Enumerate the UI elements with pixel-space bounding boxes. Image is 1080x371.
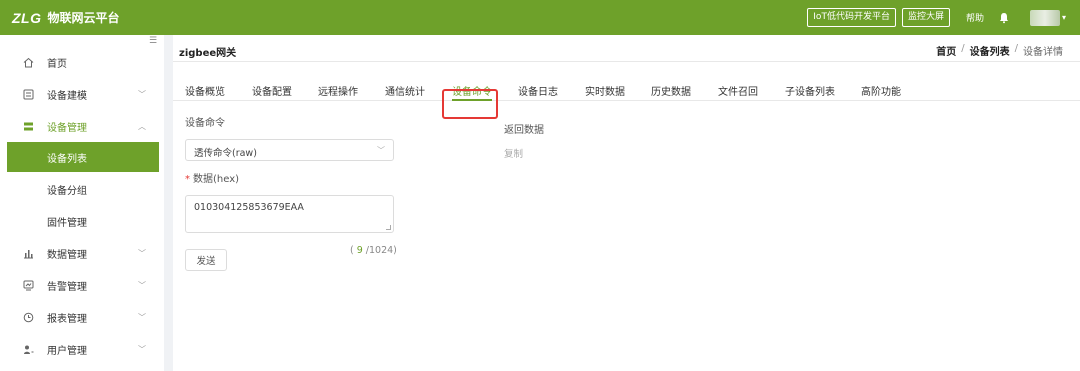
send-button[interactable]: 发送	[185, 249, 227, 271]
highlight-annotation	[442, 89, 498, 119]
sidebar-item-firmware[interactable]: 固件管理	[0, 206, 164, 236]
breadcrumb-device-list[interactable]: 设备列表	[970, 43, 1010, 58]
data-hex-label-text: 数据(hex)	[193, 174, 240, 185]
data-hex-value: 010304125853679EAA	[194, 202, 304, 213]
sidebar-item-device-group[interactable]: 设备分组	[0, 174, 164, 204]
tab-history[interactable]: 历史数据	[651, 83, 691, 98]
tab-realtime[interactable]: 实时数据	[585, 83, 625, 98]
help-link[interactable]: 帮助	[966, 11, 984, 24]
sidebar-item-label: 首页	[47, 58, 67, 70]
sidebar-item-device-list[interactable]: 设备列表	[7, 142, 159, 172]
tab-bar: 设备概览 设备配置 远程操作 通信统计 设备命令 设备日志 实时数据 历史数据 …	[173, 79, 1080, 101]
response-label: 返回数据	[504, 125, 544, 136]
home-icon	[22, 56, 34, 68]
command-select-value: 透传命令(raw)	[194, 148, 257, 159]
collapse-menu-icon[interactable]: ☰	[149, 36, 157, 46]
tab-advanced[interactable]: 高阶功能	[861, 83, 901, 98]
chevron-down-icon: ﹀	[138, 312, 146, 322]
tab-stats[interactable]: 通信统计	[385, 83, 425, 98]
model-icon	[22, 88, 34, 100]
sidebar-item-label: 报表管理	[47, 313, 87, 325]
monitor-screen-button[interactable]: 监控大屏	[901, 8, 950, 27]
chevron-down-icon: ﹀	[377, 146, 385, 155]
page-title: zigbee网关	[179, 48, 237, 59]
copy-button[interactable]: 复制	[504, 146, 523, 160]
user-icon	[22, 343, 34, 355]
clock-icon	[22, 311, 34, 323]
sidebar-item-data-management[interactable]: 数据管理 ﹀	[0, 238, 164, 268]
command-label: 设备命令	[185, 118, 225, 129]
data-hex-input[interactable]: 010304125853679EAA	[185, 195, 394, 233]
resize-handle-icon[interactable]	[386, 225, 391, 230]
sidebar-item-label: 设备管理	[47, 122, 87, 134]
chevron-down-icon: ﹀	[138, 248, 146, 258]
char-counter: ( 9 /1024)	[350, 245, 397, 256]
sidebar-item-device-management[interactable]: 设备管理 ︿	[0, 111, 164, 141]
main-content: zigbee网关 首页 / 设备列表 / 设备详情 设备概览 设备配置 远程操作…	[173, 35, 1080, 371]
sidebar: ☰ 首页 设备建模 ﹀ 设备管理 ︿ 设备列表 设备分组 固件管理 数据管理 ﹀	[0, 35, 164, 371]
logo-mark: ZLG	[12, 9, 42, 26]
device-icon	[22, 120, 34, 132]
logo-text: 物联网云平台	[47, 11, 120, 25]
chevron-up-icon: ︿	[138, 121, 146, 131]
sidebar-item-user-management[interactable]: 用户管理 ﹀	[0, 334, 164, 364]
sidebar-item-alarm-management[interactable]: 告警管理 ﹀	[0, 270, 164, 300]
avatar[interactable]	[1029, 9, 1060, 26]
sidebar-item-label: 设备列表	[47, 153, 87, 165]
bell-icon[interactable]	[998, 12, 1010, 24]
top-header: ZLG 物联网云平台 IoT低代码开发平台 监控大屏 帮助 ▾	[0, 0, 1080, 35]
tab-remote[interactable]: 远程操作	[318, 83, 358, 98]
content-topbar: zigbee网关 首页 / 设备列表 / 设备详情	[173, 35, 1080, 62]
required-mark: *	[185, 174, 190, 185]
breadcrumb-separator: /	[961, 43, 965, 54]
sidebar-item-report-management[interactable]: 报表管理 ﹀	[0, 302, 164, 332]
tab-config[interactable]: 设备配置	[252, 83, 292, 98]
sidebar-item-label: 固件管理	[47, 217, 87, 229]
counter-open: (	[350, 245, 357, 256]
chart-icon	[22, 247, 34, 259]
breadcrumb: 首页 / 设备列表 / 设备详情	[936, 43, 1063, 58]
breadcrumb-separator: /	[1014, 43, 1018, 54]
data-hex-label: * 数据(hex)	[185, 170, 239, 185]
sidebar-item-label: 设备建模	[47, 90, 87, 102]
breadcrumb-home[interactable]: 首页	[936, 43, 956, 58]
chevron-down-icon[interactable]: ▾	[1062, 13, 1066, 22]
tab-log[interactable]: 设备日志	[518, 83, 558, 98]
tab-subdevices[interactable]: 子设备列表	[785, 83, 835, 98]
sidebar-item-label: 设备分组	[47, 185, 87, 197]
sidebar-item-label: 告警管理	[47, 281, 87, 293]
breadcrumb-current: 设备详情	[1023, 47, 1063, 58]
sidebar-item-home[interactable]: 首页	[0, 47, 164, 77]
counter-rest: /1024)	[362, 245, 397, 256]
chevron-down-icon: ﹀	[138, 89, 146, 99]
sidebar-item-device-model[interactable]: 设备建模 ﹀	[0, 79, 164, 109]
sidebar-item-label: 用户管理	[47, 345, 87, 357]
chevron-down-icon: ﹀	[138, 280, 146, 290]
command-select[interactable]: 透传命令(raw) ﹀	[185, 139, 394, 161]
alarm-icon	[22, 279, 34, 291]
header-actions: IoT低代码开发平台 监控大屏 帮助 ▾	[801, 0, 1066, 35]
tab-overview[interactable]: 设备概览	[185, 83, 225, 98]
sidebar-item-label: 数据管理	[47, 249, 87, 261]
logo[interactable]: ZLG 物联网云平台	[12, 9, 120, 26]
tab-file-recall[interactable]: 文件召回	[718, 83, 758, 98]
lowcode-platform-button[interactable]: IoT低代码开发平台	[807, 8, 896, 27]
chevron-down-icon: ﹀	[138, 344, 146, 354]
